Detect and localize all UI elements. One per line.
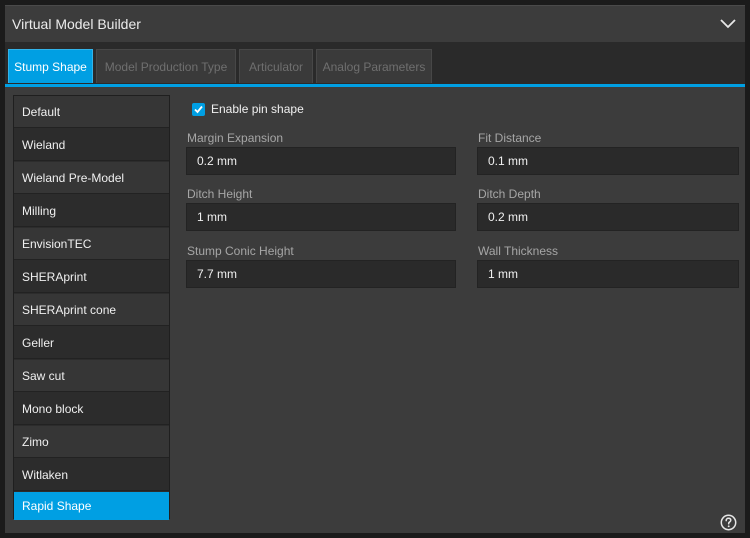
- list-item-label: Default: [22, 104, 61, 119]
- margin-expansion-field[interactable]: 0.2 mm: [186, 147, 456, 175]
- list-item-rapid-shape[interactable]: Rapid Shape: [14, 492, 169, 520]
- list-item-label: EnvisionTEC: [22, 236, 92, 251]
- list-item-zimo[interactable]: Zimo: [14, 426, 169, 458]
- list-item-milling[interactable]: Milling: [14, 195, 169, 227]
- list-item-label: Rapid Shape: [22, 499, 92, 513]
- list-item-label: Mono block: [22, 401, 84, 416]
- tab-analog-parameters[interactable]: Analog Parameters: [316, 49, 432, 83]
- list-item-sheraprint[interactable]: SHERAprint: [14, 261, 169, 293]
- list-item-label: Witlaken: [22, 467, 69, 482]
- list-item-default[interactable]: Default: [14, 96, 169, 128]
- wall-thickness-field[interactable]: 1 mm: [477, 260, 739, 288]
- tab-label: Analog Parameters: [322, 59, 426, 74]
- title-bar: Virtual Model Builder: [5, 5, 745, 42]
- chevron-down-icon[interactable]: [719, 16, 737, 30]
- enable-pin-shape-label: Enable pin shape: [211, 102, 304, 116]
- tab-articulator[interactable]: Articulator: [239, 49, 313, 83]
- ditch-height-label: Ditch Height: [187, 187, 253, 201]
- list-item-wieland-pre-model[interactable]: Wieland Pre-Model: [14, 162, 169, 194]
- fit-distance-value: 0.1 mm: [488, 154, 529, 168]
- checkmark-icon: [194, 105, 203, 113]
- fit-distance-label: Fit Distance: [478, 131, 542, 145]
- enable-pin-shape-option[interactable]: Enable pin shape: [192, 101, 304, 117]
- tab-label: Model Production Type: [104, 59, 228, 74]
- stump-conic-height-value: 7.7 mm: [197, 267, 238, 281]
- list-item-geller[interactable]: Geller: [14, 327, 169, 359]
- question-circle-icon[interactable]: [720, 514, 737, 531]
- tab-label: Articulator: [248, 59, 304, 74]
- tab-label: Stump Shape: [14, 59, 87, 74]
- margin-expansion-label: Margin Expansion: [187, 131, 284, 145]
- ditch-height-value: 1 mm: [197, 210, 227, 224]
- fit-distance-field[interactable]: 0.1 mm: [477, 147, 739, 175]
- list-item-label: Saw cut: [22, 368, 65, 383]
- list-item-label: Wieland: [22, 137, 66, 152]
- ditch-depth-label: Ditch Depth: [478, 187, 541, 201]
- margin-expansion-value: 0.2 mm: [197, 154, 238, 168]
- list-item-label: Zimo: [22, 434, 49, 449]
- tab-stump-shape[interactable]: Stump Shape: [8, 49, 93, 83]
- list-item-label: SHERAprint cone: [22, 302, 117, 317]
- window-title: Virtual Model Builder: [12, 16, 141, 32]
- list-item-witlaken[interactable]: Witlaken: [14, 459, 169, 491]
- stump-conic-height-label: Stump Conic Height: [187, 244, 294, 258]
- wall-thickness-label: Wall Thickness: [478, 244, 559, 258]
- list-item-label: SHERAprint: [22, 269, 87, 284]
- list-item-wieland[interactable]: Wieland: [14, 129, 169, 161]
- ditch-depth-value: 0.2 mm: [488, 210, 529, 224]
- stump-shape-preset-list[interactable]: Default Wieland Wieland Pre-Model Millin…: [13, 95, 170, 520]
- stump-conic-height-field[interactable]: 7.7 mm: [186, 260, 456, 288]
- list-item-sheraprint-cone[interactable]: SHERAprint cone: [14, 294, 169, 326]
- list-item-envisiontec[interactable]: EnvisionTEC: [14, 228, 169, 260]
- virtual-model-builder-window: Virtual Model Builder Stump Shape Model …: [0, 0, 750, 538]
- ditch-height-field[interactable]: 1 mm: [186, 203, 456, 231]
- list-item-label: Geller: [22, 335, 55, 350]
- checkbox-enable-pin-shape[interactable]: [192, 102, 205, 116]
- list-item-label: Milling: [22, 203, 57, 218]
- list-item-mono-block[interactable]: Mono block: [14, 393, 169, 425]
- tab-bar: Stump Shape Model Production Type Articu…: [5, 42, 745, 85]
- stump-shape-panel: Default Wieland Wieland Pre-Model Millin…: [5, 87, 745, 533]
- list-item-label: Wieland Pre-Model: [22, 170, 125, 185]
- ditch-depth-field[interactable]: 0.2 mm: [477, 203, 739, 231]
- wall-thickness-value: 1 mm: [488, 267, 518, 281]
- list-item-saw-cut[interactable]: Saw cut: [14, 360, 169, 392]
- tab-model-production-type[interactable]: Model Production Type: [96, 49, 236, 83]
